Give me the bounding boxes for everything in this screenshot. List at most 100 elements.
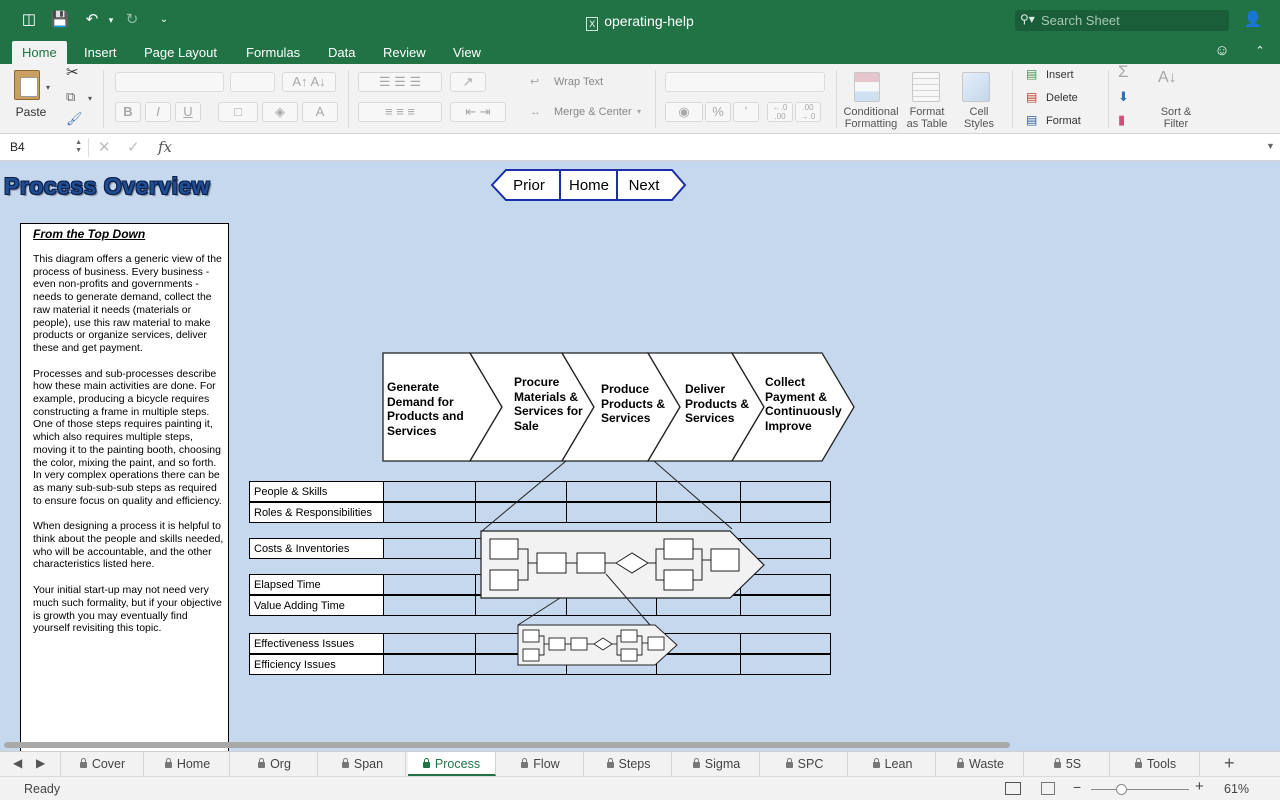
sheet-tab-lean[interactable]: Lean — [850, 752, 936, 776]
format-as-table-label[interactable]: Format as Table — [902, 106, 952, 130]
paste-dropdown-icon[interactable]: ▾ — [46, 82, 50, 94]
zoom-out-icon[interactable]: − — [1073, 779, 1081, 795]
paste-label[interactable]: Paste — [14, 106, 48, 118]
sort-filter-label[interactable]: Sort & Filter — [1152, 106, 1200, 130]
sheet-tab-tools[interactable]: Tools — [1112, 752, 1200, 776]
name-box-value: B4 — [10, 140, 25, 154]
name-box[interactable]: B4 ▲ ▼ — [4, 137, 84, 158]
tab-page-layout[interactable]: Page Layout — [134, 41, 227, 64]
sheet-tab-spc[interactable]: SPC — [762, 752, 848, 776]
collapse-ribbon-icon[interactable]: ⌃ — [1250, 41, 1270, 61]
undo-icon[interactable]: ↶ — [82, 10, 102, 30]
percent-style-button[interactable]: % — [705, 102, 731, 122]
sheet-tab-cover[interactable]: Cover — [62, 752, 144, 776]
sheet-tab-home[interactable]: Home — [146, 752, 230, 776]
sheet-tab-span[interactable]: Span — [320, 752, 406, 776]
sheet-tab-flow[interactable]: Flow — [498, 752, 584, 776]
autosum-icon[interactable]: Σ — [1118, 63, 1129, 80]
normal-view-icon[interactable] — [1005, 782, 1021, 795]
expand-formula-bar-icon[interactable]: ▼ — [1266, 141, 1275, 151]
customize-toolbar-icon[interactable]: ⌄ — [154, 10, 174, 30]
sidebar-toggle-icon[interactable]: ◫ — [19, 10, 39, 30]
font-size-buttons[interactable]: A↑ A↓ — [282, 72, 336, 92]
underline-button[interactable]: U — [175, 102, 201, 122]
horizontal-scrollbar[interactable] — [4, 742, 1010, 748]
status-text: Ready — [24, 782, 61, 796]
format-cells-button[interactable]: Format — [1046, 115, 1081, 127]
copy-dropdown-icon[interactable]: ▾ — [88, 93, 92, 105]
tab-formulas[interactable]: Formulas — [236, 41, 310, 64]
italic-button[interactable]: I — [145, 102, 171, 122]
merge-center-button[interactable]: Merge & Center — [554, 106, 632, 118]
smiley-feedback-icon[interactable]: ☺ — [1212, 41, 1232, 61]
sheet-tab-org[interactable]: Org — [232, 752, 318, 776]
delete-cells-icon: ▤ — [1026, 90, 1038, 104]
zoom-in-icon[interactable]: + — [1195, 778, 1204, 795]
comma-style-button[interactable]: ʼ — [733, 102, 759, 122]
merge-dropdown-icon[interactable]: ▾ — [637, 106, 641, 118]
formula-input[interactable] — [184, 138, 1264, 157]
copy-icon[interactable]: ⧉ — [66, 90, 75, 103]
page-layout-view-icon[interactable] — [1041, 782, 1055, 795]
enter-check-icon[interactable]: ✓ — [127, 138, 140, 156]
fill-icon[interactable]: ⬇ — [1118, 90, 1129, 103]
accounting-format-button[interactable]: ◉ — [665, 102, 703, 122]
sort-filter-icon[interactable]: A↓ — [1158, 70, 1177, 86]
conditional-formatting-label[interactable]: Conditional Formatting — [840, 106, 902, 130]
cut-icon[interactable]: ✂ — [66, 65, 79, 80]
tab-scroll-right-icon[interactable]: ▶ — [36, 756, 45, 770]
tab-scroll-left-icon[interactable]: ◀ — [13, 756, 22, 770]
undo-dropdown-icon[interactable]: ▾ — [101, 10, 121, 30]
font-name-box[interactable] — [115, 72, 224, 92]
delete-cells-button[interactable]: Delete — [1046, 92, 1078, 104]
number-format-box[interactable] — [665, 72, 825, 92]
tab-home[interactable]: Home — [12, 41, 67, 64]
indent-buttons[interactable]: ⇤ ⇥ — [450, 102, 506, 122]
sheet-tab-5s[interactable]: 5S — [1026, 752, 1110, 776]
search-sheet-box[interactable]: ⚲▾ — [1015, 10, 1229, 31]
tab-view[interactable]: View — [443, 41, 491, 64]
insert-cells-button[interactable]: Insert — [1046, 69, 1074, 81]
search-input[interactable] — [1041, 12, 1221, 29]
sheet-tab-waste[interactable]: Waste — [938, 752, 1024, 776]
redo-icon[interactable]: ↻ — [122, 10, 142, 30]
add-sheet-icon[interactable]: + — [1224, 753, 1235, 774]
cell-styles-icon[interactable] — [962, 72, 990, 102]
formula-divider — [88, 138, 89, 157]
horizontal-align-buttons[interactable]: ≡ ≡ ≡ — [358, 102, 442, 122]
paste-page-icon — [20, 77, 38, 97]
name-box-stepper-icon[interactable]: ▲ ▼ — [75, 139, 82, 155]
sheet-tab-sigma[interactable]: Sigma — [674, 752, 760, 776]
borders-button[interactable]: □ — [218, 102, 258, 122]
zoom-slider-thumb[interactable] — [1116, 784, 1127, 795]
save-icon[interactable]: 💾 — [50, 10, 70, 30]
bold-button[interactable]: B — [115, 102, 141, 122]
decrease-decimal-button[interactable]: .00 →.0 — [795, 102, 821, 122]
orientation-button[interactable]: ↗ — [450, 72, 486, 92]
sheet-tab-steps[interactable]: Steps — [586, 752, 672, 776]
tab-divider — [60, 752, 61, 776]
increase-decimal-button[interactable]: ←.0 .00 — [767, 102, 793, 122]
format-as-table-icon[interactable] — [912, 72, 940, 102]
cancel-icon[interactable]: ✕ — [98, 138, 111, 156]
format-painter-icon[interactable]: 🖌 — [66, 112, 83, 125]
lock-icon — [164, 758, 172, 768]
conditional-formatting-icon[interactable] — [854, 72, 880, 102]
vertical-align-buttons[interactable]: ☰ ☰ ☰ — [358, 72, 442, 92]
fill-color-button[interactable]: ◈ — [262, 102, 298, 122]
zoom-slider-track[interactable] — [1091, 789, 1189, 790]
sheet-tab-process[interactable]: Process — [408, 752, 496, 776]
cell-styles-label[interactable]: Cell Styles — [956, 106, 1002, 130]
tab-insert[interactable]: Insert — [74, 41, 127, 64]
wrap-text-icon: ↩ — [530, 76, 540, 88]
clear-eraser-icon[interactable]: ▮ — [1118, 113, 1125, 126]
font-size-box[interactable] — [230, 72, 275, 92]
tab-data[interactable]: Data — [318, 41, 365, 64]
font-color-button[interactable]: A — [302, 102, 338, 122]
stage-label-generate-demand: Generate Demand for Products and Services — [387, 380, 464, 438]
insert-function-icon[interactable]: fx — [158, 138, 172, 156]
share-person-icon[interactable]: 👤 — [1243, 10, 1263, 30]
wrap-text-button[interactable]: Wrap Text — [554, 76, 603, 88]
worksheet[interactable]: Process Overview Prior Home Next From th… — [0, 161, 1280, 751]
tab-review[interactable]: Review — [373, 41, 436, 64]
